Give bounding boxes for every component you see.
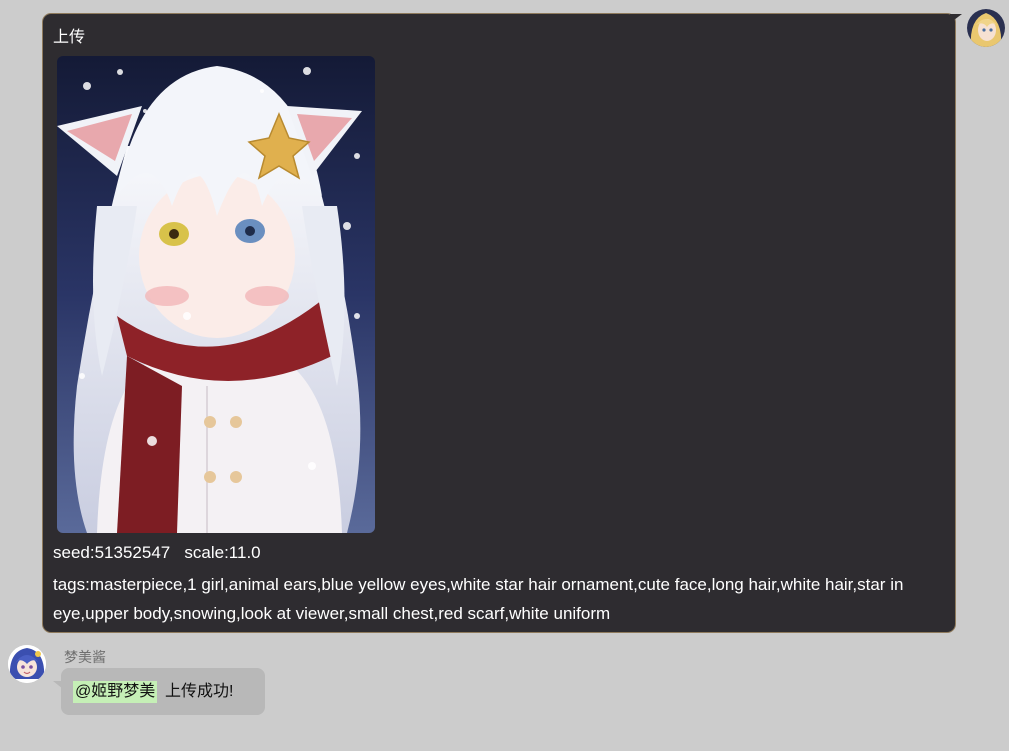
blonde-character-avatar-icon bbox=[967, 9, 1005, 47]
outgoing-message-bubble[interactable]: 上传 seed:51352547 scale:11.0 tags:masterp… bbox=[42, 13, 956, 633]
blue-hair-character-avatar-icon bbox=[8, 645, 46, 683]
incoming-message-bubble[interactable]: @姬野梦美 上传成功! bbox=[61, 668, 265, 715]
sender-name: 梦美酱 bbox=[64, 649, 106, 665]
generated-image[interactable] bbox=[57, 56, 375, 533]
bot-avatar[interactable] bbox=[8, 645, 46, 683]
mention-tag[interactable]: @姬野梦美 bbox=[73, 681, 158, 703]
chat-window: 上传 seed:51352547 scale:11.0 tags:masterp… bbox=[0, 0, 1009, 751]
message-title: 上传 bbox=[53, 29, 86, 46]
generation-tags: tags:masterpiece,1 girl,animal ears,blue… bbox=[53, 575, 904, 623]
message-text: 上传成功! bbox=[165, 683, 234, 700]
outgoing-bubble-tail bbox=[950, 14, 962, 23]
self-avatar[interactable] bbox=[967, 9, 1005, 47]
seed-scale-params: seed:51352547 scale:11.0 bbox=[53, 543, 261, 562]
